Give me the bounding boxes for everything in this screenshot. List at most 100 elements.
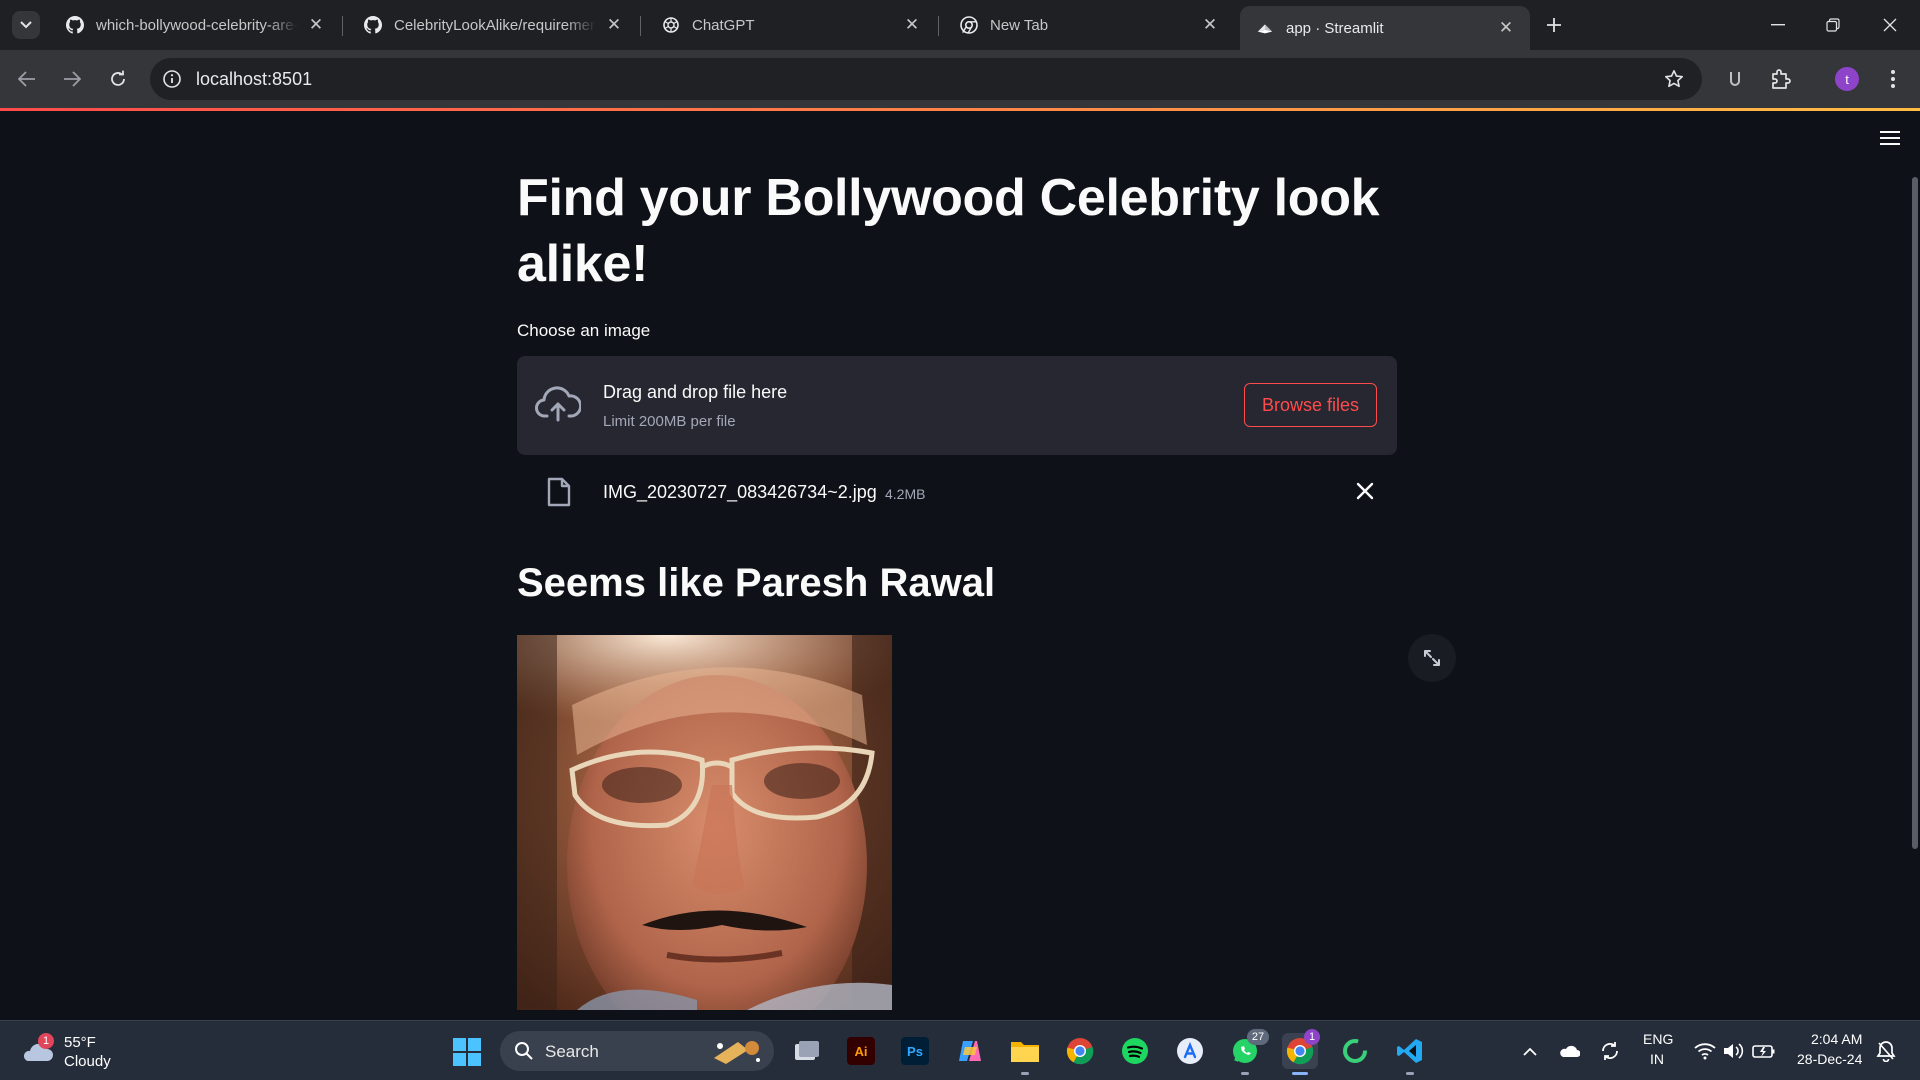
browser-tab[interactable]: ChatGPT ✕ [646, 8, 936, 42]
result-heading: Seems like Paresh Rawal [517, 561, 996, 605]
arrow-left-icon [18, 71, 35, 87]
restore-button[interactable] [1813, 10, 1853, 40]
close-tab-icon[interactable]: ✕ [902, 15, 922, 35]
celebrity-photo [517, 635, 892, 1010]
browser-tab[interactable]: New Tab ✕ [944, 8, 1234, 42]
search-icon [515, 1042, 533, 1060]
close-tab-icon[interactable]: ✕ [306, 15, 326, 35]
language-indicator[interactable]: ENG [1643, 1031, 1673, 1047]
close-window-button[interactable] [1870, 10, 1910, 40]
clock-time[interactable]: 2:04 AM [1811, 1031, 1862, 1047]
taskbar-search[interactable]: Search [500, 1031, 774, 1071]
more-menu-icon[interactable] [1880, 66, 1906, 92]
expand-icon [1424, 650, 1440, 666]
new-tab-button[interactable] [1540, 11, 1568, 39]
close-tab-icon[interactable]: ✕ [1200, 15, 1220, 35]
reload-button[interactable] [103, 64, 133, 94]
task-view-icon [795, 1041, 819, 1060]
taskbar-app-copilot[interactable] [952, 1033, 988, 1069]
scrollbar[interactable] [1912, 177, 1918, 849]
sync-icon[interactable] [1598, 1039, 1622, 1063]
file-icon [547, 477, 571, 507]
browse-files-button[interactable]: Browse files [1244, 383, 1377, 427]
bookmark-star-icon[interactable] [1664, 69, 1684, 89]
photoshop-icon: Ps [901, 1037, 929, 1065]
dropzone-instructions: Drag and drop file here [603, 382, 788, 402]
close-tab-icon[interactable]: ✕ [1496, 18, 1516, 38]
github-icon [364, 16, 382, 34]
refresh-ring-icon [1343, 1039, 1367, 1063]
browser-tab-active[interactable]: app · Streamlit ✕ [1240, 6, 1530, 50]
region-indicator[interactable]: IN [1650, 1051, 1664, 1067]
svg-text:Ps: Ps [907, 1044, 923, 1059]
uploader-label: Choose an image [517, 321, 651, 340]
uploaded-file: IMG_20230727_083426734~2.jpg 4.2MB [517, 471, 1397, 521]
back-button[interactable] [12, 64, 42, 94]
taskbar-app-photoshop[interactable]: Ps [897, 1033, 933, 1069]
restore-icon [1826, 18, 1840, 32]
browser-tab[interactable]: which-bollywood-celebrity-are- ✕ [50, 8, 340, 42]
volume-icon[interactable] [1721, 1039, 1745, 1063]
weather-badge: 1 [38, 1033, 54, 1049]
file-name: IMG_20230727_083426734~2.jpg [603, 482, 877, 502]
browser-tab[interactable]: CelebrityLookAlike/requirement ✕ [348, 8, 638, 42]
windows-start-icon[interactable] [452, 1037, 482, 1067]
url-text[interactable]: localhost:8501 [196, 69, 312, 90]
running-indicator [1021, 1072, 1029, 1075]
taskbar-app-task-view[interactable] [789, 1033, 825, 1069]
weather-widget[interactable]: 1 55°F Cloudy [20, 1029, 160, 1073]
spotify-icon [1122, 1038, 1148, 1064]
battery-icon[interactable] [1752, 1039, 1776, 1063]
search-highlight-icon [714, 1041, 760, 1064]
github-icon [66, 16, 84, 34]
file-size: 4.2MB [885, 486, 926, 502]
arrow-right-icon [64, 71, 81, 87]
extension-u-icon[interactable] [1722, 66, 1748, 92]
tab-title: ChatGPT [692, 16, 755, 34]
weather-temp: 55°F [64, 1034, 96, 1051]
notifications-icon[interactable] [1874, 1039, 1898, 1063]
copilot-icon [959, 1041, 981, 1061]
active-indicator [1292, 1072, 1308, 1075]
tab-separator [640, 16, 641, 36]
profile-avatar[interactable]: t [1835, 67, 1859, 91]
tab-title: app · Streamlit [1286, 19, 1384, 37]
close-icon [1883, 18, 1897, 32]
tab-search-button[interactable] [12, 11, 40, 39]
search-placeholder: Search [545, 1042, 599, 1061]
minimize-icon [1771, 24, 1785, 26]
wifi-icon[interactable] [1693, 1039, 1717, 1063]
whatsapp-count-badge: 27 [1247, 1029, 1269, 1045]
tab-separator [938, 16, 939, 36]
taskbar-app-vscode[interactable] [1392, 1033, 1428, 1075]
taskbar-app-whatsapp[interactable]: 27 [1227, 1029, 1269, 1075]
taskbar-app-chrome-profile[interactable]: 1 [1282, 1029, 1320, 1075]
main-menu-icon[interactable] [1880, 131, 1900, 147]
taskbar-app-loader[interactable] [1337, 1033, 1373, 1069]
svg-text:Ai: Ai [855, 1044, 868, 1059]
chrome-icon [1066, 1038, 1094, 1065]
taskbar-app-file-explorer[interactable] [1007, 1033, 1043, 1075]
tab-title: New Tab [990, 16, 1049, 34]
running-indicator [1406, 1072, 1414, 1075]
clock-date[interactable]: 28-Dec-24 [1797, 1051, 1862, 1067]
site-info-icon[interactable] [162, 69, 182, 89]
onedrive-icon[interactable] [1557, 1039, 1581, 1063]
show-hidden-icons[interactable] [1518, 1039, 1542, 1063]
dropzone-limit: Limit 200MB per file [603, 413, 736, 430]
running-indicator [1241, 1072, 1249, 1075]
forward-button[interactable] [57, 64, 87, 94]
file-dropzone[interactable]: Drag and drop file here Limit 200MB per … [517, 356, 1397, 455]
address-bar[interactable]: localhost:8501 [150, 58, 1702, 100]
minimize-button[interactable] [1758, 10, 1798, 40]
page-title: Find your Bollywood Celebrity look alike… [517, 169, 1380, 293]
close-tab-icon[interactable]: ✕ [604, 15, 624, 35]
extensions-puzzle-icon[interactable] [1768, 66, 1794, 92]
taskbar-app-chrome[interactable] [1062, 1033, 1098, 1069]
fullscreen-button[interactable] [1408, 634, 1456, 682]
vscode-icon [1397, 1039, 1422, 1063]
taskbar-app-illustrator[interactable]: Ai [843, 1033, 879, 1069]
taskbar-app-spotify[interactable] [1117, 1033, 1153, 1069]
taskbar-app-appstore[interactable] [1172, 1033, 1208, 1069]
remove-file-icon[interactable] [1353, 479, 1377, 503]
